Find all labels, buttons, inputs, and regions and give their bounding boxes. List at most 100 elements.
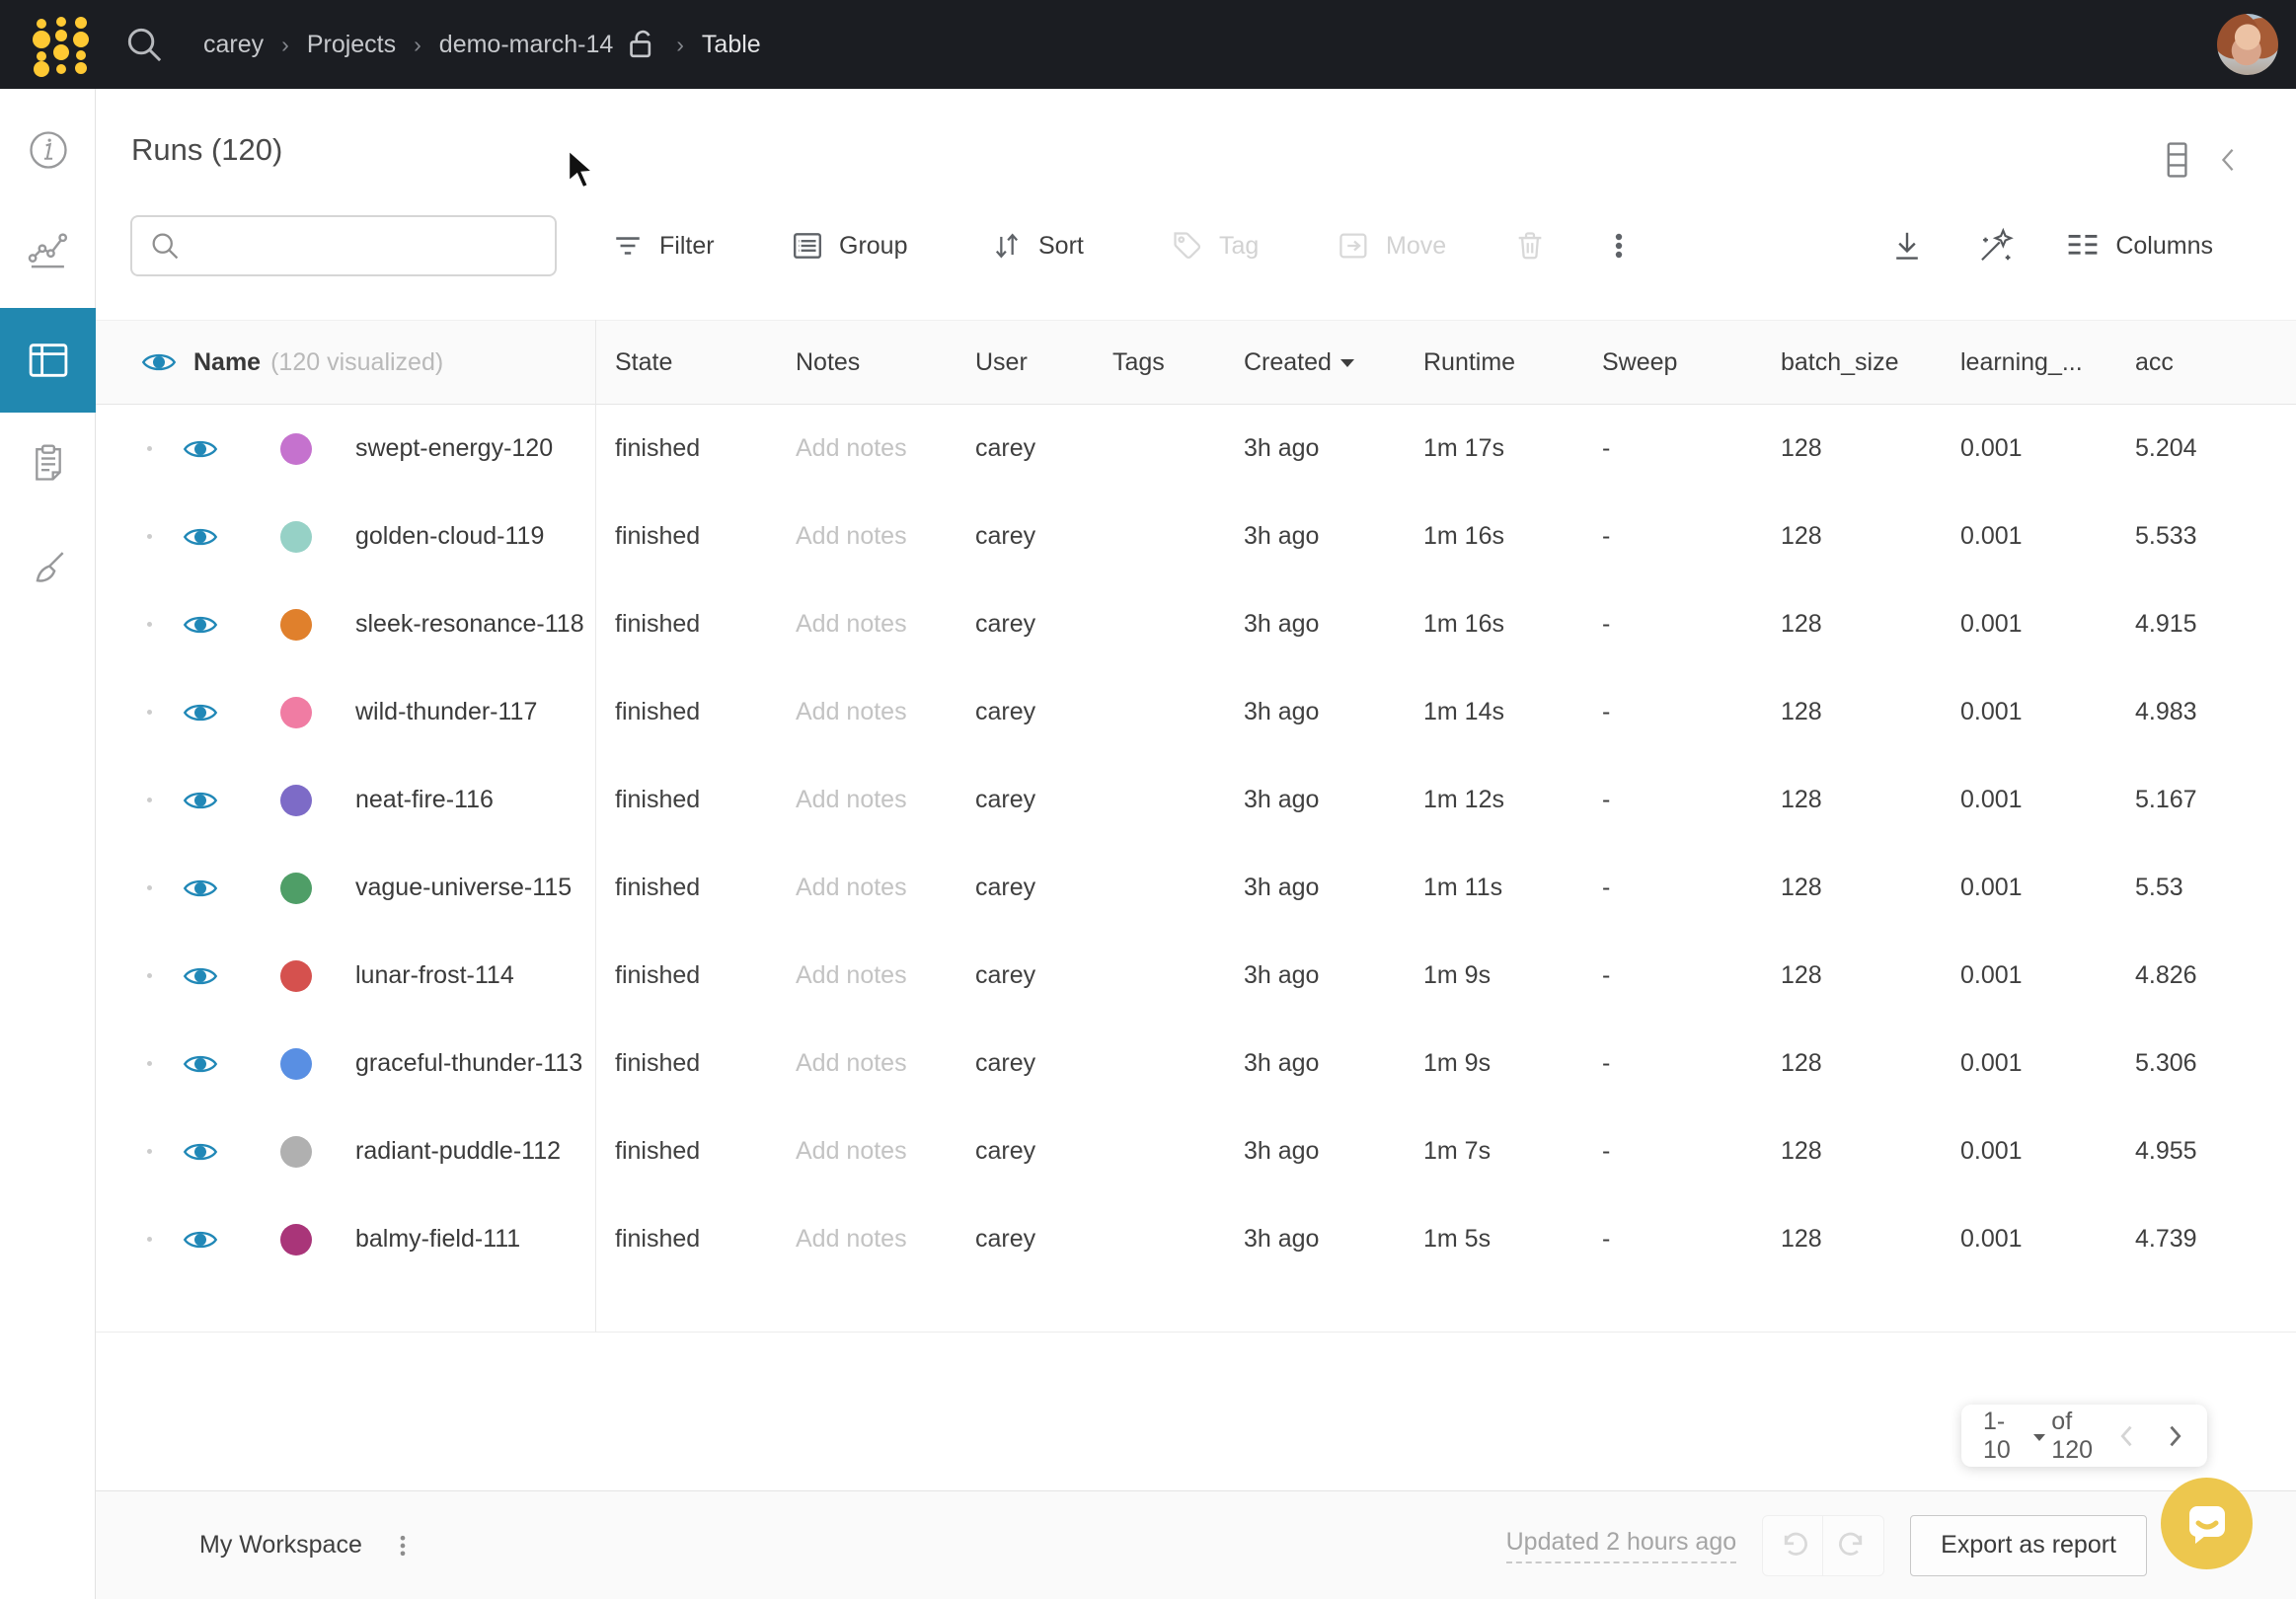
updated-timestamp[interactable]: Updated 2 hours ago [1506, 1528, 1737, 1563]
notes-cell[interactable]: Add notes [776, 698, 956, 726]
pagination-range[interactable]: 1-10 [1983, 1408, 2029, 1465]
notes-cell[interactable]: Add notes [776, 786, 956, 814]
notes-cell[interactable]: Add notes [776, 1049, 956, 1078]
tag-button[interactable]: Tag [1171, 215, 1259, 276]
run-name-link[interactable]: neat-fire-116 [355, 786, 494, 814]
run-name-link[interactable]: vague-universe-115 [355, 874, 572, 902]
drag-handle-dot[interactable] [147, 1149, 152, 1154]
column-header-runtime[interactable]: Runtime [1404, 348, 1582, 377]
runs-search-input[interactable] [182, 217, 555, 274]
panel-layout-icon[interactable] [2160, 140, 2193, 180]
column-header-created[interactable]: Created [1224, 348, 1404, 377]
table-row[interactable]: swept-energy-120 finished Add notes care… [96, 405, 2296, 493]
columns-button[interactable]: Columns [2065, 230, 2213, 262]
run-name-link[interactable]: lunar-frost-114 [355, 961, 514, 990]
run-name-link[interactable]: wild-thunder-117 [355, 698, 537, 726]
column-header-user[interactable]: User [956, 348, 1093, 377]
breadcrumb-projects[interactable]: Projects [307, 31, 396, 59]
sidebar-item-overview[interactable] [0, 98, 96, 202]
visibility-eye-icon[interactable] [183, 1226, 218, 1254]
wandb-logo-icon[interactable] [20, 10, 97, 79]
visibility-eye-icon[interactable] [183, 699, 218, 726]
column-header-learning-rate[interactable]: learning_... [1941, 348, 2115, 377]
redo-button[interactable] [1823, 1515, 1884, 1576]
download-icon[interactable] [1889, 228, 1925, 264]
visibility-eye-icon[interactable] [183, 875, 218, 902]
chat-widget-button[interactable] [2161, 1478, 2253, 1569]
sweep-cell: - [1582, 434, 1761, 463]
search-icon[interactable] [122, 23, 166, 66]
filter-button[interactable]: Filter [611, 215, 715, 276]
column-header-name[interactable]: Name (120 visualized) [96, 348, 595, 377]
undo-button[interactable] [1762, 1515, 1823, 1576]
sidebar-item-table[interactable] [0, 308, 96, 413]
workspace-menu-icon[interactable] [390, 1530, 416, 1561]
magic-wand-icon[interactable] [1976, 227, 2014, 265]
breadcrumb-page[interactable]: Table [702, 31, 761, 59]
run-name-link[interactable]: graceful-thunder-113 [355, 1049, 582, 1078]
visibility-eye-icon[interactable] [183, 1138, 218, 1166]
user-avatar[interactable] [2217, 14, 2278, 75]
drag-handle-dot[interactable] [147, 973, 152, 978]
column-header-acc[interactable]: acc [2115, 348, 2296, 377]
run-name-link[interactable]: sleek-resonance-118 [355, 610, 584, 639]
workspace-name[interactable]: My Workspace [199, 1531, 362, 1560]
move-button[interactable]: Move [1338, 215, 1446, 276]
drag-handle-dot[interactable] [147, 710, 152, 715]
visibility-eye-icon[interactable] [183, 523, 218, 551]
table-row[interactable]: golden-cloud-119 finished Add notes care… [96, 493, 2296, 580]
prev-page-icon[interactable] [2116, 1422, 2138, 1450]
visibility-eye-icon[interactable] [183, 611, 218, 639]
table-row[interactable]: graceful-thunder-113 finished Add notes … [96, 1020, 2296, 1107]
notes-cell[interactable]: Add notes [776, 434, 956, 463]
sidebar-item-notes[interactable] [0, 410, 96, 514]
column-header-tags[interactable]: Tags [1093, 348, 1224, 377]
visibility-eye-icon[interactable] [141, 348, 177, 376]
breadcrumb-entity[interactable]: carey [203, 31, 264, 59]
run-name-link[interactable]: golden-cloud-119 [355, 522, 544, 551]
column-header-sweep[interactable]: Sweep [1582, 348, 1761, 377]
drag-handle-dot[interactable] [147, 798, 152, 802]
sort-button[interactable]: Sort [990, 215, 1084, 276]
notes-cell[interactable]: Add notes [776, 1137, 956, 1166]
visibility-eye-icon[interactable] [183, 962, 218, 990]
visibility-eye-icon[interactable] [183, 435, 218, 463]
table-row[interactable]: lunar-frost-114 finished Add notes carey… [96, 932, 2296, 1020]
drag-handle-dot[interactable] [147, 446, 152, 451]
collapse-chevron-icon[interactable] [2215, 144, 2241, 176]
learning-rate-cell: 0.001 [1941, 610, 2115, 639]
notes-cell[interactable]: Add notes [776, 522, 956, 551]
next-page-icon[interactable] [2164, 1422, 2185, 1450]
drag-handle-dot[interactable] [147, 1061, 152, 1066]
sidebar-item-sweeps[interactable] [0, 516, 96, 621]
run-name-link[interactable]: balmy-field-111 [355, 1225, 520, 1254]
table-row[interactable]: sleek-resonance-118 finished Add notes c… [96, 580, 2296, 668]
notes-cell[interactable]: Add notes [776, 1225, 956, 1254]
sidebar-item-charts[interactable] [0, 197, 96, 302]
column-header-notes[interactable]: Notes [776, 348, 956, 377]
drag-handle-dot[interactable] [147, 534, 152, 539]
table-row[interactable]: vague-universe-115 finished Add notes ca… [96, 844, 2296, 932]
run-color-dot [280, 1224, 312, 1256]
export-as-report-button[interactable]: Export as report [1910, 1515, 2147, 1576]
notes-cell[interactable]: Add notes [776, 874, 956, 902]
column-header-batch-size[interactable]: batch_size [1761, 348, 1941, 377]
notes-cell[interactable]: Add notes [776, 610, 956, 639]
visibility-eye-icon[interactable] [183, 1050, 218, 1078]
drag-handle-dot[interactable] [147, 1237, 152, 1242]
run-name-link[interactable]: radiant-puddle-112 [355, 1137, 561, 1166]
table-row[interactable]: radiant-puddle-112 finished Add notes ca… [96, 1107, 2296, 1195]
drag-handle-dot[interactable] [147, 885, 152, 890]
table-row[interactable]: balmy-field-111 finished Add notes carey… [96, 1195, 2296, 1283]
run-name-link[interactable]: swept-energy-120 [355, 434, 553, 463]
delete-button[interactable] [1513, 215, 1547, 276]
notes-cell[interactable]: Add notes [776, 961, 956, 990]
breadcrumb-project[interactable]: demo-march-14 [439, 31, 613, 59]
drag-handle-dot[interactable] [147, 622, 152, 627]
group-button[interactable]: Group [791, 215, 907, 276]
visibility-eye-icon[interactable] [183, 787, 218, 814]
column-header-state[interactable]: State [595, 348, 776, 377]
more-actions-button[interactable] [1604, 215, 1634, 276]
table-row[interactable]: wild-thunder-117 finished Add notes care… [96, 668, 2296, 756]
table-row[interactable]: neat-fire-116 finished Add notes carey 3… [96, 756, 2296, 844]
